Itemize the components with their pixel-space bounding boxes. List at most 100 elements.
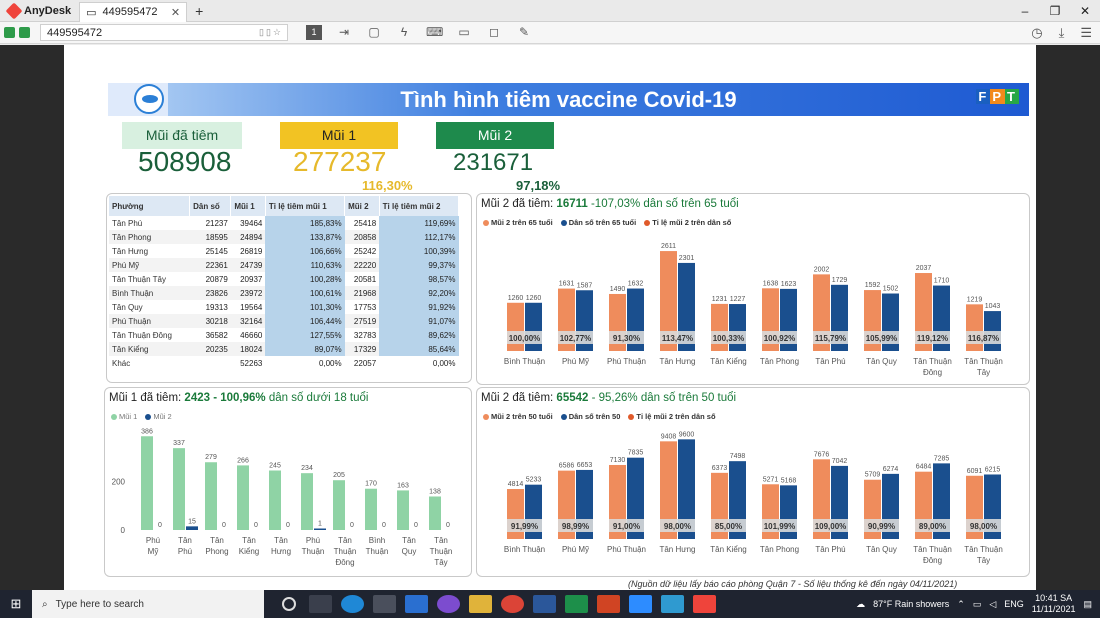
table-cell: 127,55% — [265, 328, 345, 342]
chrome-icon[interactable] — [501, 595, 524, 613]
data-label: 0 — [286, 522, 290, 529]
data-label: 279 — [205, 454, 217, 461]
cortana-icon[interactable] — [282, 597, 296, 611]
table-cell: 20235 — [205, 344, 228, 354]
category-label: Tân Phú — [815, 545, 845, 554]
store-icon[interactable] — [373, 595, 396, 613]
download-icon[interactable]: ⤓ — [1059, 25, 1065, 41]
powerpoint-icon[interactable] — [597, 595, 620, 613]
weather-text[interactable]: 87°F Rain showers — [873, 599, 949, 609]
table-row[interactable]: Tân Kiểng 20235 18024 89,07% 17329 85,64% — [109, 342, 459, 356]
minimize-button[interactable]: – — [1010, 0, 1040, 22]
table-header-cell[interactable]: Phường — [109, 196, 191, 216]
address-actions-icon[interactable]: ▯▯☆ — [259, 27, 287, 38]
data-label: 1587 — [577, 282, 593, 289]
close-tab-icon[interactable]: ✕ — [171, 6, 180, 19]
category-label: Tân — [434, 536, 448, 545]
record-icon[interactable]: ◻ — [486, 25, 502, 40]
data-label: 0 — [382, 522, 386, 529]
table-cell: 185,83% — [265, 216, 345, 230]
clock[interactable]: 10:41 SA 11/11/2021 — [1032, 593, 1076, 615]
volume-icon[interactable]: ◁ — [989, 599, 996, 610]
weather-icon[interactable]: ☁ — [856, 599, 865, 610]
data-label: 138 — [429, 488, 441, 495]
data-label: 337 — [173, 440, 185, 447]
viber-icon[interactable] — [437, 595, 460, 613]
table-cell: 112,17% — [379, 230, 459, 244]
category-label: Phong — [205, 547, 228, 556]
pct-label: 100,92% — [764, 334, 796, 343]
pct-label: 98,99% — [562, 522, 589, 531]
table-cell: 110,63% — [265, 258, 345, 272]
pct-label: 109,00% — [815, 522, 847, 531]
table-row[interactable]: Tân Phú 21237 39464 185,83% 25418 119,69% — [109, 216, 459, 230]
table-row[interactable]: Phú Mỹ 22361 24739 110,63% 22220 99,37% — [109, 258, 459, 272]
chevron-up-icon[interactable]: ⌃ — [957, 599, 965, 610]
data-label: 1632 — [628, 281, 644, 288]
address-input[interactable]: 449595472 ▯▯☆ — [40, 24, 288, 41]
clock-time: 10:41 SA — [1035, 593, 1073, 603]
anydesk-taskbar-icon[interactable] — [693, 595, 716, 613]
title-bar: AnyDesk ▭ 449595472 ✕ + – ❐ ✕ — [0, 0, 1100, 22]
table-row[interactable]: Tân Thuận Đông 36582 46660 127,55% 32783 89,6… — [109, 328, 459, 342]
table-row[interactable]: Khác 52263 0,00% 22057 0,00% — [109, 356, 459, 370]
table-cell: 25145 — [205, 246, 228, 256]
word-icon[interactable] — [533, 595, 556, 613]
table-cell: 106,44% — [265, 314, 345, 328]
app-icon[interactable] — [661, 595, 684, 613]
file-explorer-icon[interactable] — [469, 595, 492, 613]
table-row[interactable]: Bình Thuận 23826 23972 100,61% 21968 92,20% — [109, 286, 459, 300]
network-icon[interactable]: ▭ — [973, 599, 982, 610]
pct-label: 91,00% — [613, 522, 640, 531]
table-header-cell[interactable]: Mũi 1 — [230, 196, 266, 216]
task-view-icon[interactable] — [309, 595, 332, 613]
table-row[interactable]: Tân Quy 19313 19564 101,30% 17753 91,92% — [109, 300, 459, 314]
category-label: Phú Mỹ — [562, 357, 589, 366]
table-row[interactable]: Phú Thuận 30218 32164 106,44% 27519 91,07% — [109, 314, 459, 328]
whiteboard-icon[interactable]: ✎ — [516, 25, 532, 40]
table-header-cell[interactable]: Dân số — [189, 196, 232, 216]
menu-icon[interactable]: ☰ — [1080, 25, 1092, 41]
edge-icon[interactable] — [341, 595, 364, 613]
mail-icon[interactable] — [405, 595, 428, 613]
connection-status-icon[interactable] — [4, 27, 15, 38]
secure-icon[interactable] — [19, 27, 30, 38]
data-label: 0 — [158, 522, 162, 529]
table-cell: 20581 — [353, 274, 377, 284]
table-cell: 17329 — [353, 344, 377, 354]
table-header-cell[interactable]: Tỉ lệ tiêm mũi 2 — [379, 196, 460, 216]
history-icon[interactable]: ◷ — [1031, 25, 1042, 41]
table-row[interactable]: Tân Phong 18595 24894 133,87% 20858 112,17% — [109, 230, 459, 244]
zoom-icon[interactable] — [629, 595, 652, 613]
table-row[interactable]: Tân Thuận Tây 20879 20937 100,28% 20581 98,57… — [109, 272, 459, 286]
dashboard-title: Tình hình tiêm vaccine Covid-19 — [400, 87, 737, 112]
data-label: 1231 — [712, 296, 728, 303]
close-button[interactable]: ✕ — [1070, 0, 1100, 22]
file-transfer-icon[interactable]: ⇥ — [336, 25, 352, 40]
keyboard-icon[interactable]: ⌨ — [426, 25, 443, 40]
display-one-icon[interactable]: 1 — [306, 25, 322, 40]
table-cell: Tân Quy — [112, 302, 143, 312]
table-header-cell[interactable]: Tỉ lệ tiêm mũi 1 — [265, 196, 346, 216]
session-tab[interactable]: ▭ 449595472 ✕ — [79, 1, 188, 22]
display-icon[interactable]: ▭ — [456, 25, 472, 40]
category-label: Tân — [274, 536, 288, 545]
session-toolbar: 1 ⇥ ▢ ϟ ⌨ ▭ ◻ ✎ — [306, 25, 532, 40]
table-header-cell[interactable]: Mũi 2 — [344, 196, 380, 216]
chat-icon[interactable]: ▢ — [366, 25, 382, 40]
anydesk-icon — [5, 2, 23, 19]
data-label: 1592 — [865, 282, 881, 289]
table-row[interactable]: Tân Hưng 25145 26819 106,66% 25242 100,39% — [109, 244, 459, 258]
new-tab-button[interactable]: + — [195, 3, 203, 19]
address-area: 449595472 ▯▯☆ — [4, 24, 288, 41]
excel-icon[interactable] — [565, 595, 588, 613]
category-label: Tân Phú — [815, 357, 845, 366]
notification-icon[interactable]: ▤ — [1083, 599, 1092, 610]
language-indicator[interactable]: ENG — [1004, 599, 1024, 609]
table-cell: 21968 — [353, 288, 377, 298]
taskbar-search[interactable]: ⌕ Type here to search — [32, 590, 264, 618]
actions-icon[interactable]: ϟ — [396, 25, 412, 40]
windows-start-icon[interactable]: ⊞ — [0, 596, 32, 612]
restore-button[interactable]: ❐ — [1040, 0, 1070, 22]
table-cell: Khác — [112, 358, 131, 368]
